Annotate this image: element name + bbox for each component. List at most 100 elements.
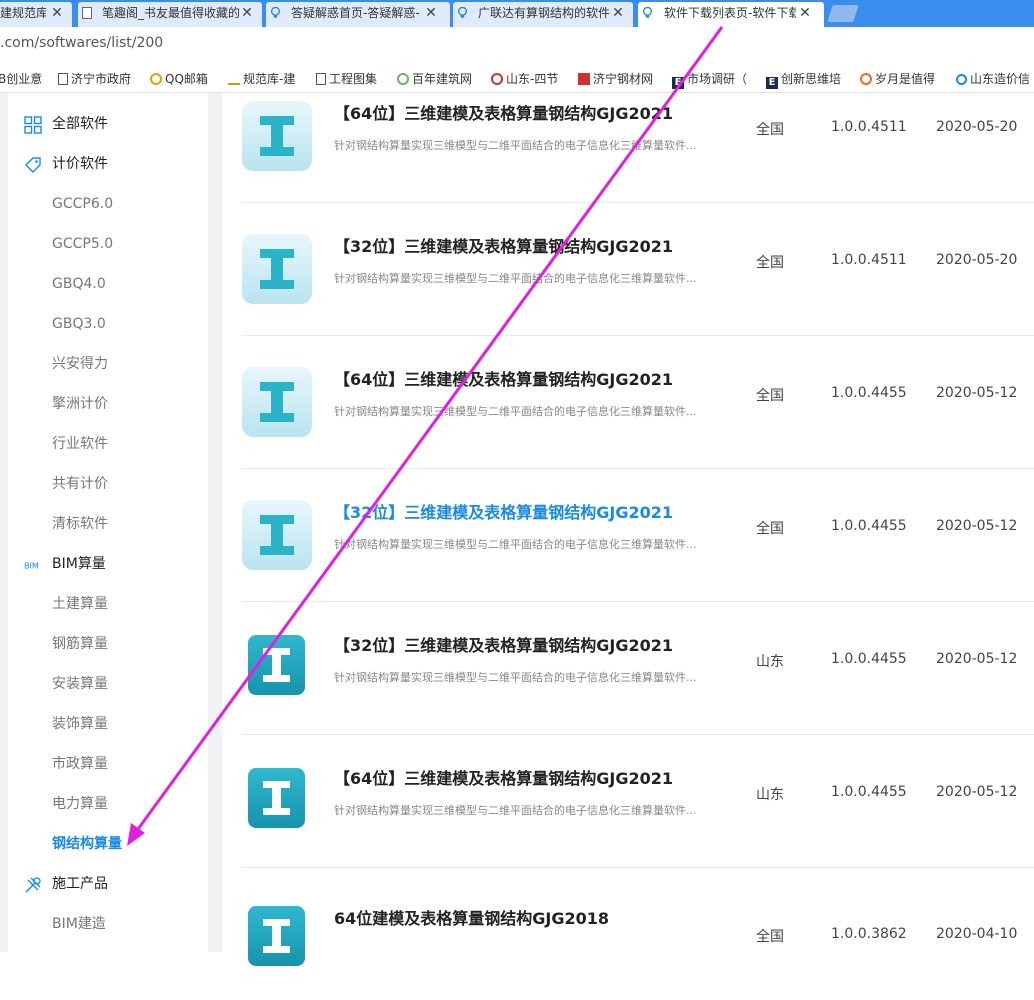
software-title[interactable]: 【64位】三维建模及表格算量钢结构GJG2021: [334, 765, 673, 789]
sidebar-item-decoration[interactable]: 装饰算量: [8, 704, 208, 744]
lightbulb-icon: [642, 7, 653, 18]
software-date: 2020-05-12: [936, 518, 1018, 534]
new-tab-button[interactable]: [827, 5, 859, 22]
sidebar-item-gbq4[interactable]: GBQ4.0: [8, 264, 208, 304]
tab-title: 建规范库-: [0, 6, 46, 20]
sidebar-item-power[interactable]: 电力算量: [8, 784, 208, 824]
gjg-light-logo-icon: [242, 500, 312, 570]
gjg-dark-logo-icon: [248, 768, 305, 828]
software-version: 1.0.0.3862: [831, 926, 907, 942]
software-row[interactable]: 【32位】三维建模及表格算量钢结构GJG2021 针对钢结构算量实现三维模型与二…: [242, 468, 1034, 602]
software-version: 1.0.0.4455: [831, 385, 907, 401]
tab-title: 广联达有算钢结构的软件: [478, 6, 610, 20]
sidebar-item-bim-build[interactable]: BIM建造: [8, 904, 208, 944]
sidebar-item-rebar[interactable]: 钢筋算量: [8, 624, 208, 664]
tools-icon: [25, 877, 41, 893]
software-version: 1.0.0.4455: [831, 518, 907, 534]
sidebar-item-bid-clearing[interactable]: 清标软件: [8, 504, 208, 544]
qq-mail-icon: [150, 73, 162, 85]
sidebar-item-civil[interactable]: 土建算量: [8, 584, 208, 624]
bookmark-item[interactable]: 济宁市政府: [58, 70, 131, 87]
gjg-light-logo-icon: [242, 367, 312, 437]
bim-icon: BIM: [24, 561, 39, 571]
browser-tab-3[interactable]: 答疑解惑首页-答疑解惑- ✕: [266, 2, 450, 27]
gjg-light-logo-icon: [242, 101, 312, 171]
sidebar-item-steel-structure[interactable]: 钢结构算量: [8, 824, 208, 864]
software-description: 针对钢结构算量实现三维模型与二维平面结合的电子信息化三维算量软件...: [334, 538, 697, 551]
software-row[interactable]: 【64位】三维建模及表格算量钢结构GJG2021 针对钢结构算量实现三维模型与二…: [242, 734, 1034, 868]
sidebar-item-industry[interactable]: 行业软件: [8, 424, 208, 464]
sidebar-item-all-software[interactable]: 全部软件: [8, 104, 208, 144]
document-icon: [82, 7, 92, 19]
sidebar-item-shared-pricing[interactable]: 共有计价: [8, 464, 208, 504]
software-date: 2020-04-10: [936, 926, 1018, 942]
gjg-dark-logo-icon: [248, 635, 305, 695]
software-region: 全国: [756, 929, 784, 945]
software-version: 1.0.0.4511: [831, 252, 907, 268]
sidebar-item-xingan[interactable]: 兴安得力: [8, 344, 208, 384]
sidebar-item-pricing[interactable]: 计价软件: [8, 144, 208, 184]
software-version: 1.0.0.4455: [831, 784, 907, 800]
software-region: 山东: [756, 654, 784, 670]
browser-tab-4[interactable]: 广联达有算钢结构的软件 ✕: [453, 2, 633, 27]
software-row[interactable]: 【64位】三维建模及表格算量钢结构GJG2021 针对钢结构算量实现三维模型与二…: [242, 69, 1034, 203]
price-tag-icon: [25, 157, 41, 173]
sidebar-item-gbq3[interactable]: GBQ3.0: [8, 304, 208, 344]
software-title[interactable]: 【64位】三维建模及表格算量钢结构GJG2021: [334, 100, 673, 124]
software-date: 2020-05-20: [936, 252, 1018, 268]
tab-close-icon[interactable]: ✕: [424, 2, 438, 25]
software-date: 2020-05-12: [936, 651, 1018, 667]
software-description: 针对钢结构算量实现三维模型与二维平面结合的电子信息化三维算量软件...: [334, 671, 697, 684]
lightbulb-icon: [457, 7, 468, 18]
software-row[interactable]: 【32位】三维建模及表格算量钢结构GJG2021 针对钢结构算量实现三维模型与二…: [242, 601, 1034, 735]
tab-title: 笔趣阁_书友最值得收藏的: [102, 6, 241, 20]
software-title[interactable]: 【32位】三维建模及表格算量钢结构GJG2021: [334, 233, 673, 257]
software-row[interactable]: 64位建模及表格算量钢结构GJG2018 全国 1.0.0.3862 2020-…: [242, 867, 1034, 1000]
page-content: 全部软件 计价软件 GCCP6.0 GCCP5.0 GBQ4.0 GBQ3.0 …: [0, 93, 1034, 966]
tab-close-icon[interactable]: ✕: [50, 2, 64, 25]
document-icon: [58, 73, 68, 85]
sidebar-item-construction[interactable]: 施工产品: [8, 864, 208, 904]
sidebar-item-qingzhou[interactable]: 擎洲计价: [8, 384, 208, 424]
address-bar[interactable]: .com/softwares/list/200: [0, 27, 1034, 65]
gjg-dark-logo-icon: [248, 906, 305, 966]
software-version: 1.0.0.4455: [831, 651, 907, 667]
tab-title: 答疑解惑首页-答疑解惑-: [291, 6, 420, 20]
browser-tab-strip: 建规范库- ✕ 笔趣阁_书友最值得收藏的 ✕ 答疑解惑首页-答疑解惑- ✕ 广联…: [0, 0, 1034, 27]
software-row[interactable]: 【32位】三维建模及表格算量钢结构GJG2021 针对钢结构算量实现三维模型与二…: [242, 202, 1034, 336]
bookmark-item[interactable]: B创业意: [0, 70, 42, 87]
sidebar-item-gccp5[interactable]: GCCP5.0: [8, 224, 208, 264]
software-date: 2020-05-12: [936, 385, 1018, 401]
software-title[interactable]: 【32位】三维建模及表格算量钢结构GJG2021: [334, 632, 673, 656]
sidebar-item-gccp6[interactable]: GCCP6.0: [8, 184, 208, 224]
gjg-light-logo-icon: [242, 234, 312, 304]
address-url[interactable]: .com/softwares/list/200: [0, 35, 163, 51]
tab-close-icon[interactable]: ✕: [240, 2, 254, 25]
category-sidebar: 全部软件 计价软件 GCCP6.0 GCCP5.0 GBQ4.0 GBQ3.0 …: [8, 93, 208, 952]
tab-close-icon[interactable]: ✕: [798, 2, 812, 25]
tab-close-icon[interactable]: ✕: [611, 2, 625, 25]
browser-tab-2[interactable]: 笔趣阁_书友最值得收藏的 ✕: [78, 2, 262, 27]
software-title[interactable]: 【32位】三维建模及表格算量钢结构GJG2021: [334, 499, 673, 523]
browser-tab-1[interactable]: 建规范库- ✕: [0, 2, 72, 27]
svg-text:BIM: BIM: [24, 561, 39, 571]
sidebar-item-bim-quantity[interactable]: BIM BIM算量: [8, 544, 208, 584]
software-description: 针对钢结构算量实现三维模型与二维平面结合的电子信息化三维算量软件...: [334, 272, 697, 285]
browser-tab-5-active[interactable]: 软件下载列表页-软件下载 ✕: [638, 2, 824, 27]
software-version: 1.0.0.4511: [831, 119, 907, 135]
grid-icon: [24, 116, 42, 134]
lightbulb-icon: [270, 7, 281, 18]
sidebar-item-installation[interactable]: 安装算量: [8, 664, 208, 704]
software-region: 全国: [756, 122, 784, 138]
software-description: 针对钢结构算量实现三维模型与二维平面结合的电子信息化三维算量软件...: [334, 405, 697, 418]
software-row[interactable]: 【64位】三维建模及表格算量钢结构GJG2021 针对钢结构算量实现三维模型与二…: [242, 335, 1034, 469]
sidebar-item-municipal[interactable]: 市政算量: [8, 744, 208, 784]
software-description: 针对钢结构算量实现三维模型与二维平面结合的电子信息化三维算量软件...: [334, 804, 697, 817]
software-title[interactable]: 64位建模及表格算量钢结构GJG2018: [334, 905, 609, 929]
software-region: 全国: [756, 255, 784, 271]
bookmark-item[interactable]: QQ邮箱: [150, 70, 208, 87]
software-date: 2020-05-20: [936, 119, 1018, 135]
software-title[interactable]: 【64位】三维建模及表格算量钢结构GJG2021: [334, 366, 673, 390]
software-region: 山东: [756, 787, 784, 803]
software-date: 2020-05-12: [936, 784, 1018, 800]
